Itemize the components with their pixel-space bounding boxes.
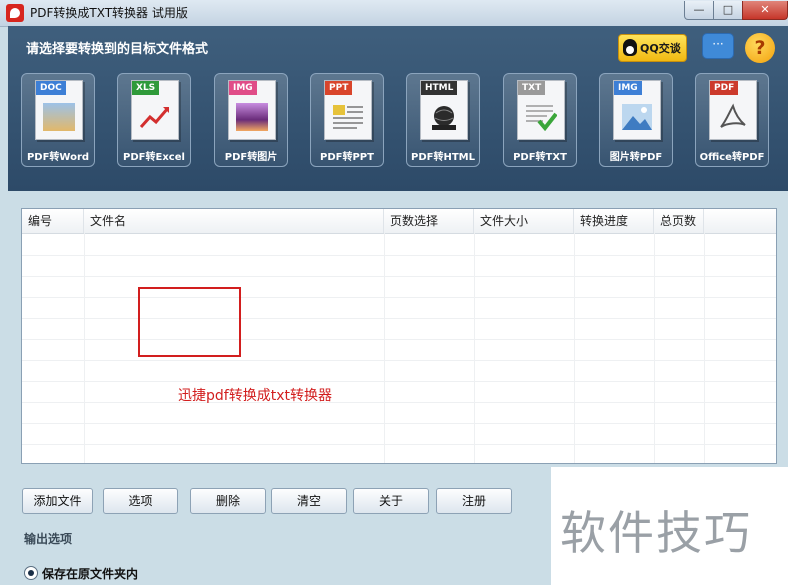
column-header-progress[interactable]: 转换进度 (574, 209, 654, 233)
tool-image-to-pdf[interactable]: IMG 图片转PDF (599, 73, 673, 167)
grid-line (654, 233, 655, 463)
pdf-document-icon: PDF (709, 80, 757, 140)
tool-label: PDF转图片 (224, 152, 278, 163)
close-button[interactable]: ✕ (742, 1, 788, 20)
output-options-label: 输出选项 (24, 532, 73, 546)
grid-line (22, 318, 776, 319)
tool-tag: XLS (132, 81, 160, 95)
tool-label: PDF转HTML (411, 152, 475, 163)
grid-line (22, 444, 776, 445)
image-to-pdf-icon: IMG (613, 80, 661, 140)
tool-pdf-to-excel[interactable]: XLS PDF转Excel (117, 73, 191, 167)
grid-line (22, 297, 776, 298)
clear-button[interactable]: 清空 (271, 488, 347, 514)
tool-tag: DOC (36, 81, 66, 95)
grid-line (22, 276, 776, 277)
window-title: PDF转换成TXT转换器 试用版 (30, 6, 188, 20)
column-header-total-pages[interactable]: 总页数 (654, 209, 704, 233)
image-document-icon: IMG (228, 80, 276, 140)
grid-line (574, 233, 575, 463)
watermark-text: 软件技巧 (560, 506, 752, 560)
speech-bubble-icon[interactable]: ··· (702, 33, 734, 59)
column-header-file-size[interactable]: 文件大小 (474, 209, 574, 233)
grid-line (84, 233, 85, 463)
tool-tag: TXT (518, 81, 546, 95)
tool-tag: PPT (325, 81, 353, 95)
grid-line (22, 381, 776, 382)
html-document-icon: HTML (420, 80, 468, 140)
grid-line (22, 423, 776, 424)
delete-button[interactable]: 删除 (190, 488, 266, 514)
grid-line (474, 233, 475, 463)
grid-line (704, 233, 705, 463)
tool-label: PDF转PPT (320, 152, 374, 163)
qq-penguin-icon (623, 39, 637, 56)
format-prompt: 请选择要转换到的目标文件格式 (26, 42, 209, 57)
tool-pdf-to-html[interactable]: HTML PDF转HTML (406, 73, 480, 167)
save-original-folder-label[interactable]: 保存在原文件夹内 (42, 565, 138, 582)
list-header: 编号 文件名 页数选择 文件大小 转换进度 总页数 (22, 209, 776, 234)
txt-document-icon: TXT (517, 80, 565, 140)
maximize-button[interactable]: □ (713, 1, 743, 20)
qq-chat-label: QQ交谈 (640, 42, 681, 55)
add-file-button[interactable]: 添加文件 (22, 488, 93, 514)
tool-tag: PDF (710, 81, 739, 95)
tool-pdf-to-word[interactable]: DOC PDF转Word (21, 73, 95, 167)
tool-pdf-to-ppt[interactable]: PPT PDF转PPT (310, 73, 384, 167)
minimize-button[interactable]: — (684, 1, 714, 20)
grid-line (22, 402, 776, 403)
tool-tag: HTML (421, 81, 458, 95)
tool-label: 图片转PDF (609, 152, 663, 163)
about-button[interactable]: 关于 (353, 488, 429, 514)
save-original-folder-radio[interactable] (24, 566, 38, 580)
app-logo-icon (6, 4, 24, 22)
tool-label: PDF转TXT (513, 152, 567, 163)
column-header-index[interactable]: 编号 (22, 209, 84, 233)
tool-pdf-to-image[interactable]: IMG PDF转图片 (214, 73, 288, 167)
ppt-document-icon: PPT (324, 80, 372, 140)
register-button[interactable]: 注册 (436, 488, 512, 514)
qq-chat-button[interactable]: QQ交谈 (618, 34, 687, 62)
excel-document-icon: XLS (131, 80, 179, 140)
tool-office-to-pdf[interactable]: PDF Office转PDF (695, 73, 769, 167)
tool-label: Office转PDF (699, 152, 765, 163)
tool-label: PDF转Excel (123, 152, 185, 163)
tool-tag: IMG (614, 81, 642, 95)
tool-label: PDF转Word (26, 152, 90, 163)
annotation-rectangle (138, 287, 241, 357)
word-document-icon: DOC (35, 80, 83, 140)
overlay-caption: 迅捷pdf转换成txt转换器 (178, 388, 332, 404)
tool-pdf-to-txt[interactable]: TXT PDF转TXT (503, 73, 577, 167)
column-header-page-range[interactable]: 页数选择 (384, 209, 474, 233)
options-button[interactable]: 选项 (103, 488, 178, 514)
tool-tag: IMG (229, 81, 257, 95)
file-list[interactable]: 编号 文件名 页数选择 文件大小 转换进度 总页数 迅捷pdf转换成txt转换器 (21, 208, 777, 464)
grid-line (22, 255, 776, 256)
grid-line (22, 360, 776, 361)
grid-line (384, 233, 385, 463)
column-header-filename[interactable]: 文件名 (84, 209, 384, 233)
help-icon[interactable]: ? (745, 33, 775, 63)
grid-line (22, 339, 776, 340)
